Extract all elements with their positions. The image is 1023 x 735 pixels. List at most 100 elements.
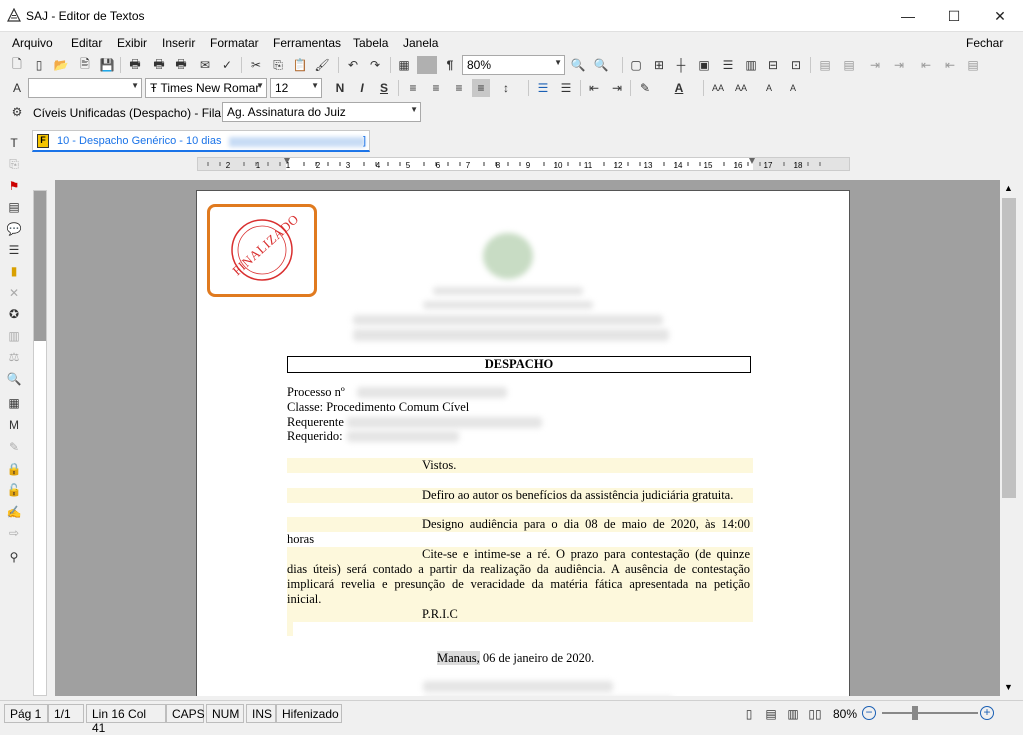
font-size-select[interactable]: 12 ▼	[270, 78, 322, 98]
table-cols-icon[interactable]: ▥	[742, 56, 760, 74]
font-name-select[interactable]: Ŧ Times New Romar ▼	[145, 78, 267, 98]
document-page[interactable]: FINALIZADO DESPACHO Processo nº Classe: …	[196, 190, 850, 696]
cut-icon[interactable]: ✂	[247, 56, 265, 74]
open-folder-icon[interactable]: 📂	[52, 56, 70, 74]
menu-tabela[interactable]: Tabela	[353, 36, 388, 50]
search-doc-icon[interactable]: 🔍	[5, 370, 23, 388]
font-color-icon[interactable]: A	[670, 79, 688, 97]
format-painter-icon[interactable]: 🖌	[313, 56, 331, 74]
pin-icon[interactable]: ⚲	[5, 548, 23, 566]
justify-icon[interactable]: ≡	[472, 79, 490, 97]
table-borders-icon[interactable]: ▢	[627, 56, 645, 74]
zoom-in-button[interactable]: +	[980, 706, 994, 720]
show-grid-icon[interactable]	[417, 56, 437, 74]
edit-icon[interactable]: ✎	[5, 438, 23, 456]
signature-icon[interactable]: ✍	[5, 503, 23, 521]
delete-col-icon[interactable]: ⇤	[941, 56, 959, 74]
font-shrink-icon[interactable]: A	[784, 79, 802, 97]
vertical-ruler[interactable]	[33, 190, 47, 696]
zoom-out-icon[interactable]: 🔍	[569, 56, 587, 74]
menu-arquivo[interactable]: Arquivo	[12, 36, 53, 50]
insert-col-icon[interactable]: ⇥	[890, 56, 908, 74]
zoom-select[interactable]: 80% ▼	[462, 55, 565, 75]
link-icon[interactable]: ⎘	[5, 155, 23, 173]
redo-icon[interactable]: ↷	[366, 56, 384, 74]
delete-doc-icon[interactable]: ✕	[5, 284, 23, 302]
zoom-out-button[interactable]: −	[862, 706, 876, 720]
line-spacing-icon[interactable]: ↕	[497, 79, 515, 97]
insert-field-icon[interactable]: T	[5, 134, 23, 152]
undo-icon[interactable]: ↶	[344, 56, 362, 74]
table-props-icon[interactable]: ▤	[840, 56, 858, 74]
new-document-icon[interactable]: ▯	[30, 56, 48, 74]
style-select[interactable]: ▼	[28, 78, 142, 98]
list-icon[interactable]: ☰	[5, 241, 23, 259]
maximize-button[interactable]: ☐	[931, 0, 977, 32]
align-table-icon[interactable]: ▤	[816, 56, 834, 74]
lock-icon[interactable]: 🔒	[5, 460, 23, 478]
style-icon[interactable]: A	[8, 79, 26, 97]
horizontal-ruler[interactable]: 2 1 1 2 3 4 5 6 7 8 9 10 11 12 13 14 15 16 17 18	[197, 157, 850, 171]
table-grid-icon[interactable]: ⊞	[650, 56, 668, 74]
open-icon[interactable]: 🖹	[76, 56, 94, 74]
paragraph-marks-icon[interactable]: ¶	[441, 56, 459, 74]
numbering-icon[interactable]: ☰	[557, 79, 575, 97]
copy-icon[interactable]: ⎘	[269, 56, 287, 74]
table-box-icon[interactable]: ▣	[695, 56, 713, 74]
stamp-icon[interactable]: ⚖	[5, 348, 23, 366]
form-icon[interactable]: M	[5, 416, 23, 434]
menu-inserir[interactable]: Inserir	[162, 36, 195, 50]
table-rows-icon[interactable]: ☰	[719, 56, 737, 74]
document-yellow-icon[interactable]: ▮	[5, 262, 23, 280]
export-icon[interactable]: ⇨	[5, 524, 23, 542]
table-cross-icon[interactable]: ┼	[672, 56, 690, 74]
zoom-slider-thumb[interactable]	[912, 706, 918, 720]
menu-fechar[interactable]: Fechar	[966, 36, 1003, 50]
document-workarea[interactable]: FINALIZADO DESPACHO Processo nº Classe: …	[55, 180, 1000, 696]
lowercase-icon[interactable]: AA	[709, 79, 727, 97]
underline-button[interactable]: S	[375, 79, 393, 97]
highlight-icon[interactable]: ✎	[636, 79, 654, 97]
flag-icon[interactable]: ⚑	[5, 177, 23, 195]
new-icon[interactable]: 🗋	[8, 56, 26, 74]
decrease-indent-icon[interactable]: ⇤	[585, 79, 603, 97]
close-window-button[interactable]: ✕	[977, 0, 1023, 32]
insert-table-icon[interactable]: ▦	[395, 56, 413, 74]
view-web-icon[interactable]: ▥	[784, 705, 802, 723]
align-center-icon[interactable]: ≡	[427, 79, 445, 97]
comment-icon[interactable]: 💬	[5, 220, 23, 238]
unlock-icon[interactable]: 🔓	[5, 481, 23, 499]
save-icon[interactable]: 💾	[98, 56, 116, 74]
delete-row-icon[interactable]: ⇤	[917, 56, 935, 74]
menu-exibir[interactable]: Exibir	[117, 36, 147, 50]
spellcheck-icon[interactable]: ✓	[218, 56, 236, 74]
paste-icon[interactable]: 📋	[291, 56, 309, 74]
menu-editar[interactable]: Editar	[71, 36, 102, 50]
zoom-in-icon[interactable]: 🔍	[592, 56, 610, 74]
menu-janela[interactable]: Janela	[403, 36, 438, 50]
vertical-scrollbar[interactable]: ▲ ▼	[1000, 180, 1018, 696]
scroll-thumb[interactable]	[1002, 198, 1016, 498]
template-icon[interactable]: ▤	[5, 198, 23, 216]
font-grow-icon[interactable]: A	[760, 79, 778, 97]
align-right-icon[interactable]: ≡	[450, 79, 468, 97]
insert-row-icon[interactable]: ⇥	[866, 56, 884, 74]
view-two-pages-icon[interactable]: ▯▯	[806, 705, 824, 723]
calendar-icon[interactable]: ▦	[5, 394, 23, 412]
menu-formatar[interactable]: Formatar	[210, 36, 259, 50]
scroll-up-icon[interactable]: ▲	[1004, 183, 1013, 193]
print-icon[interactable]: 🖶	[126, 56, 144, 74]
scroll-down-icon[interactable]: ▼	[1004, 682, 1013, 692]
view-doc-icon[interactable]: ▤	[762, 705, 780, 723]
minimize-button[interactable]: —	[885, 0, 931, 32]
align-left-icon[interactable]: ≡	[404, 79, 422, 97]
table-split-icon[interactable]: ⊟	[764, 56, 782, 74]
table-merge-icon[interactable]: ⊡	[787, 56, 805, 74]
view-page-icon[interactable]: ▯	[740, 705, 758, 723]
menu-ferramentas[interactable]: Ferramentas	[273, 36, 341, 50]
columns-icon[interactable]: ▥	[5, 327, 23, 345]
italic-button[interactable]: I	[353, 79, 371, 97]
award-icon[interactable]: ✪	[5, 305, 23, 323]
sort-icon[interactable]: ▤	[964, 56, 982, 74]
queue-select[interactable]: Ag. Assinatura do Juiz ▼	[222, 102, 421, 122]
